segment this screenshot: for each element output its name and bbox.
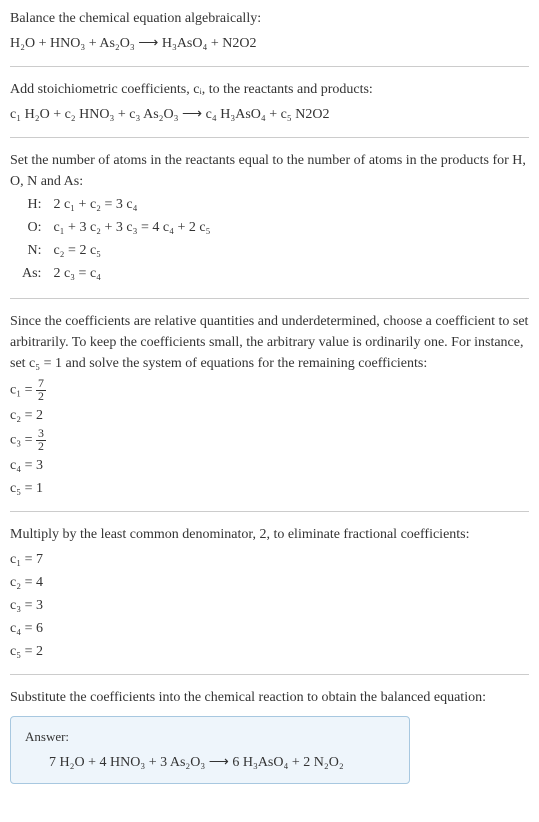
atom-label: H: [22, 194, 45, 215]
atoms-table: H: 2 c₁ + c₂ = 3 c₄ O: c₁ + 3 c₂ + 3 c₃ … [14, 192, 219, 286]
substitute-intro: Substitute the coefficients into the che… [10, 687, 529, 708]
answer-box: Answer: 7 H₂O + 4 HNO₃ + 3 As₂O₃ ⟶ 6 H₃A… [10, 716, 410, 785]
intro-text: Balance the chemical equation algebraica… [10, 8, 529, 29]
coeff-lhs: c₃ = [10, 432, 33, 447]
intro-section: Balance the chemical equation algebraica… [10, 8, 529, 54]
divider [10, 511, 529, 512]
solve-coeffs: c₁ = 7 2 c₂ = 2 c₃ = 3 2 c₄ = 3 c₅ = 1 [10, 378, 529, 499]
atoms-intro: Set the number of atoms in the reactants… [10, 150, 529, 192]
coeff-item: c₅ = 2 [10, 641, 529, 662]
solve-section: Since the coefficients are relative quan… [10, 311, 529, 499]
coeff-lhs: c₁ = [10, 383, 33, 398]
multiply-coeffs: c₁ = 7 c₂ = 4 c₃ = 3 c₄ = 6 c₅ = 2 [10, 549, 529, 662]
frac-den: 2 [36, 441, 46, 453]
coeff-item: c₄ = 3 [10, 455, 529, 476]
coeff-item: c₁ = 7 [10, 549, 529, 570]
coeff-item: c₂ = 4 [10, 572, 529, 593]
stoich-text: Add stoichiometric coefficients, cᵢ, to … [10, 79, 529, 100]
atom-row: As: 2 c₃ = c₄ [22, 263, 211, 284]
stoich-section: Add stoichiometric coefficients, cᵢ, to … [10, 79, 529, 125]
solve-intro: Since the coefficients are relative quan… [10, 311, 529, 374]
atoms-section: Set the number of atoms in the reactants… [10, 150, 529, 286]
coeff-item: c₂ = 2 [10, 405, 529, 426]
fraction: 7 2 [36, 378, 46, 403]
coeff-item: c₃ = 3 [10, 595, 529, 616]
frac-den: 2 [36, 391, 46, 403]
coeff-item: c₁ = 7 2 [10, 378, 529, 403]
atom-eq: c₁ + 3 c₂ + 3 c₃ = 4 c₄ + 2 c₅ [53, 217, 210, 238]
substitute-section: Substitute the coefficients into the che… [10, 687, 529, 785]
divider [10, 674, 529, 675]
divider [10, 298, 529, 299]
multiply-intro: Multiply by the least common denominator… [10, 524, 529, 545]
coeff-item: c₅ = 1 [10, 478, 529, 499]
atom-eq: 2 c₁ + c₂ = 3 c₄ [53, 194, 210, 215]
fraction: 3 2 [36, 428, 46, 453]
coeff-item: c₄ = 6 [10, 618, 529, 639]
answer-label: Answer: [25, 727, 395, 747]
intro-equation: H₂O + HNO₃ + As₂O₃ ⟶ H₃AsO₄ + N2O2 [10, 33, 529, 54]
atom-label: O: [22, 217, 45, 238]
stoich-equation: c₁ H₂O + c₂ HNO₃ + c₃ As₂O₃ ⟶ c₄ H₃AsO₄ … [10, 104, 529, 125]
coeff-item: c₃ = 3 2 [10, 428, 529, 453]
atom-row: O: c₁ + 3 c₂ + 3 c₃ = 4 c₄ + 2 c₅ [22, 217, 211, 238]
atom-label: As: [22, 263, 45, 284]
answer-equation: 7 H₂O + 4 HNO₃ + 3 As₂O₃ ⟶ 6 H₃AsO₄ + 2 … [25, 752, 395, 773]
atom-row: N: c₂ = 2 c₅ [22, 240, 211, 261]
atom-row: H: 2 c₁ + c₂ = 3 c₄ [22, 194, 211, 215]
divider [10, 137, 529, 138]
multiply-section: Multiply by the least common denominator… [10, 524, 529, 662]
atom-eq: c₂ = 2 c₅ [53, 240, 210, 261]
atom-label: N: [22, 240, 45, 261]
atom-eq: 2 c₃ = c₄ [53, 263, 210, 284]
divider [10, 66, 529, 67]
